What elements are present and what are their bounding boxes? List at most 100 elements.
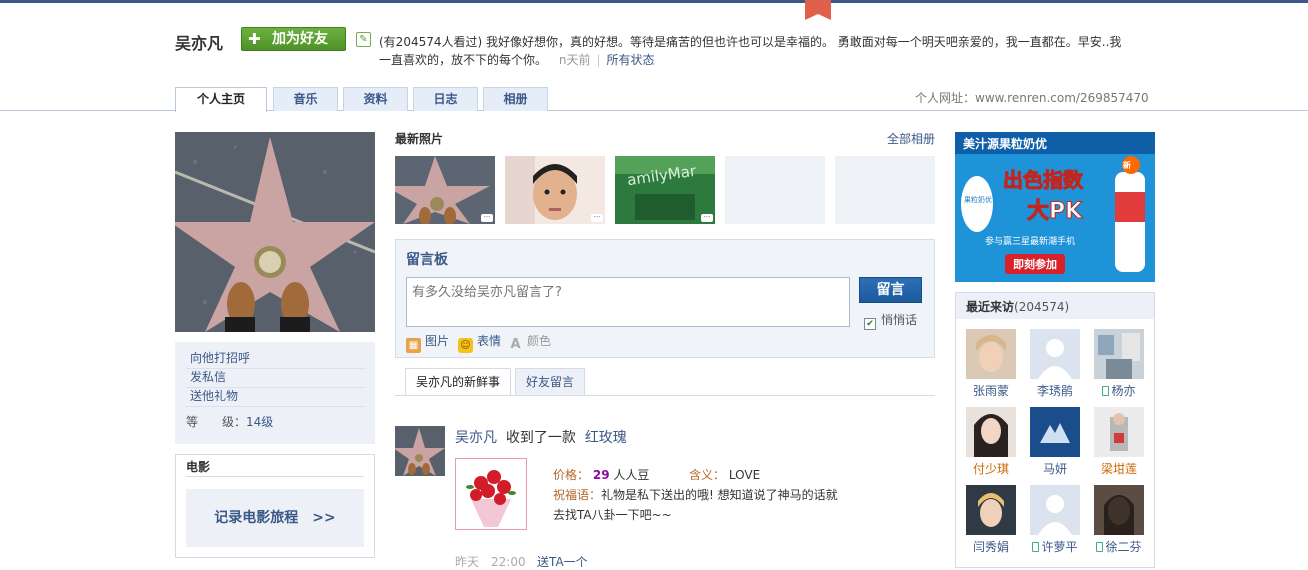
visitor-name[interactable]: 张雨蒙 bbox=[958, 382, 1024, 399]
gift-wish-row: 祝福语：礼物是私下送出的哦! 想知道说了神马的话就 bbox=[553, 485, 838, 505]
emoji-tool[interactable]: ☺ 表情 bbox=[458, 332, 501, 353]
feed-headline: 吴亦凡 收到了一款 红玫瑰 bbox=[455, 427, 627, 447]
whisper-option[interactable]: ✔ 悄悄话 bbox=[864, 311, 917, 330]
leave-message-button[interactable]: 留言 bbox=[859, 277, 922, 303]
visitor-avatar[interactable] bbox=[966, 407, 1016, 457]
tab-feed[interactable]: 吴亦凡的新鲜事 bbox=[405, 368, 511, 396]
more-icon[interactable]: ··· bbox=[701, 214, 713, 222]
meaning-label: 含义： bbox=[689, 468, 726, 482]
visitor-avatar[interactable] bbox=[1094, 329, 1144, 379]
movie-title: 电影 bbox=[186, 460, 211, 474]
visitor-photo bbox=[966, 485, 1016, 535]
visitor-name-text: 许萝平 bbox=[1041, 540, 1078, 554]
visitor-photo bbox=[966, 407, 1016, 457]
visitor-name[interactable]: 付少琪 bbox=[958, 460, 1024, 477]
mobile-icon bbox=[1102, 386, 1110, 396]
feed-avatar[interactable] bbox=[395, 426, 445, 476]
visitor-avatar[interactable] bbox=[1094, 485, 1144, 535]
visitor-avatar[interactable] bbox=[1094, 407, 1144, 457]
ad-big-text-1: 出色指数 bbox=[1003, 168, 1084, 192]
gift-image[interactable] bbox=[455, 458, 527, 530]
mobile-icon bbox=[1096, 542, 1104, 552]
price-value: 29 bbox=[592, 468, 610, 482]
svg-text:新: 新 bbox=[1123, 160, 1131, 170]
default-avatar-icon bbox=[1030, 329, 1080, 379]
all-status-link[interactable]: 所有状态 bbox=[607, 53, 655, 67]
wish-line-2: 去找TA八卦一下吧~~ bbox=[553, 508, 672, 522]
visitor-avatar[interactable] bbox=[966, 329, 1016, 379]
visitor-photo bbox=[1030, 407, 1080, 457]
advertisement-banner[interactable]: 美汁源果粒奶优 果粒奶优 出色指数 大PK 参与赢三星最新潮手机 即刻参加 新 bbox=[955, 132, 1155, 282]
whisper-checkbox[interactable]: ✔ bbox=[864, 318, 876, 330]
visitor-name-text: 杨亦 bbox=[1111, 384, 1136, 398]
tab-music[interactable]: 音乐 bbox=[273, 87, 338, 111]
record-movie-button[interactable]: 记录电影旅程 >> bbox=[186, 489, 364, 547]
more-icon[interactable]: ··· bbox=[481, 214, 493, 222]
send-gift-link[interactable]: 送他礼物 bbox=[190, 387, 238, 404]
profile-avatar[interactable] bbox=[175, 132, 375, 332]
feed-avatar-image bbox=[395, 426, 445, 476]
photo-thumbnail[interactable]: ··· bbox=[505, 156, 605, 224]
photo-thumbnail[interactable]: ··· bbox=[395, 156, 495, 224]
send-message-link[interactable]: 发私信 bbox=[190, 368, 226, 385]
add-friend-label: 加为好友 bbox=[272, 31, 328, 47]
photo-thumbnail[interactable]: amilyMar ··· bbox=[615, 156, 715, 224]
notification-ribbon[interactable] bbox=[805, 0, 831, 20]
ad-graphic: 美汁源果粒奶优 果粒奶优 出色指数 大PK 参与赢三星最新潮手机 即刻参加 新 bbox=[955, 132, 1155, 282]
tab-profile-info[interactable]: 资料 bbox=[343, 87, 408, 111]
mobile-icon bbox=[1032, 542, 1040, 552]
user-level: 等 级：14级 bbox=[186, 413, 273, 430]
visitor-avatar[interactable] bbox=[1030, 407, 1080, 457]
gift-name-link[interactable]: 红玫瑰 bbox=[585, 430, 627, 446]
wish-label: 祝福语： bbox=[553, 488, 602, 502]
visitor-name[interactable]: 闫秀娟 bbox=[958, 538, 1024, 555]
price-unit: 人人豆 bbox=[613, 468, 650, 482]
level-value: 14级 bbox=[246, 415, 274, 429]
level-label: 等 级： bbox=[186, 415, 247, 429]
insert-image-tool[interactable]: ▦ 图片 bbox=[406, 332, 449, 353]
ad-cta: 即刻参加 bbox=[1013, 257, 1057, 271]
all-albums-link[interactable]: 全部相册 bbox=[887, 130, 935, 147]
say-hello-link[interactable]: 向他打招呼 bbox=[190, 349, 250, 366]
meaning-value: LOVE bbox=[728, 468, 761, 482]
photo-placeholder bbox=[835, 156, 935, 224]
photo-star-image bbox=[395, 156, 495, 224]
status-text: (有204574人看过) 我好像好想你，真的好想。等待是痛苦的但也许也可以是幸福… bbox=[379, 35, 1122, 67]
color-tool[interactable]: A 颜色 bbox=[508, 332, 551, 352]
default-avatar-icon bbox=[1030, 485, 1080, 535]
visitor-name[interactable]: 梁坩莲 bbox=[1086, 460, 1152, 477]
visitor-name[interactable]: 许萝平 bbox=[1022, 538, 1088, 555]
visitor-avatar[interactable] bbox=[1030, 329, 1080, 379]
status-time: n天前 bbox=[558, 53, 591, 67]
status-update-icon[interactable]: ✎ bbox=[356, 32, 371, 47]
visitor-avatar[interactable] bbox=[1030, 485, 1080, 535]
top-accent-line bbox=[0, 0, 1308, 3]
add-friend-button[interactable]: ✚ 加为好友 bbox=[241, 27, 346, 51]
visitor-name[interactable]: 徐二芬 bbox=[1086, 538, 1152, 555]
plus-icon: ✚ bbox=[248, 30, 261, 48]
tab-friend-messages[interactable]: 好友留言 bbox=[515, 368, 585, 395]
personal-url: 个人网址：www.renren.com/269857470 bbox=[915, 91, 1149, 105]
message-board-title: 留言板 bbox=[406, 252, 448, 268]
color-tool-label: 颜色 bbox=[527, 334, 552, 348]
visitor-avatar[interactable] bbox=[966, 485, 1016, 535]
tab-album[interactable]: 相册 bbox=[483, 87, 548, 111]
image-tool-label: 图片 bbox=[425, 334, 450, 348]
tab-home[interactable]: 个人主页 bbox=[175, 87, 267, 112]
rose-bouquet-image bbox=[466, 470, 516, 527]
visitor-name[interactable]: 杨亦 bbox=[1086, 382, 1152, 399]
send-gift-back-link[interactable]: 送TA一个 bbox=[537, 555, 588, 569]
photo-placeholder bbox=[725, 156, 825, 224]
feed-user-link[interactable]: 吴亦凡 bbox=[455, 430, 497, 446]
feed-time: 昨天 22:00 bbox=[455, 555, 526, 569]
emoji-icon: ☺ bbox=[458, 338, 473, 353]
visitor-name[interactable]: 马妍 bbox=[1022, 460, 1088, 477]
more-icon[interactable]: ··· bbox=[591, 214, 603, 222]
message-input[interactable] bbox=[406, 277, 850, 327]
recent-photos-title: 最新照片 bbox=[395, 132, 444, 146]
visitor-name[interactable]: 李琇鹃 bbox=[1022, 382, 1088, 399]
tab-blog[interactable]: 日志 bbox=[413, 87, 478, 111]
avatar-star-image bbox=[175, 132, 375, 332]
ad-sub-text: 参与赢三星最新潮手机 bbox=[985, 235, 1075, 247]
price-label: 价格： bbox=[553, 468, 590, 482]
